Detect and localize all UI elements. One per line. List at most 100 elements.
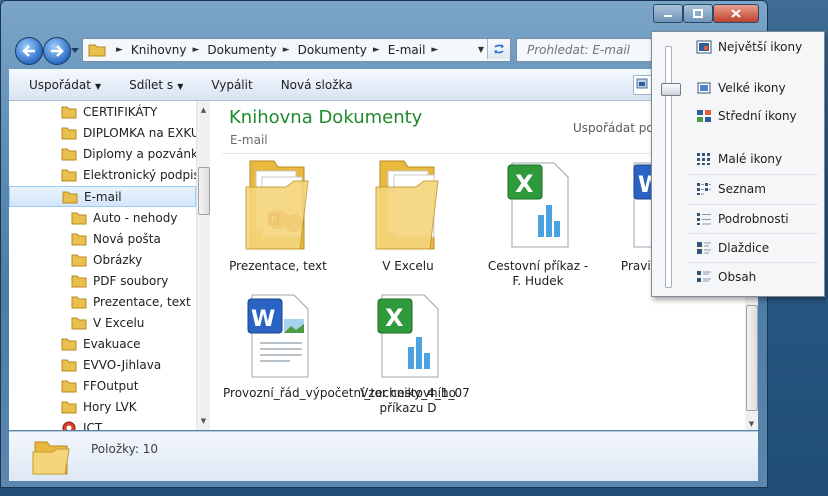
address-bar[interactable]: ► Knihovny ► Dokumenty ► Dokumenty ► E-m… <box>82 38 511 62</box>
details-pane: Položky: 10 <box>9 431 758 481</box>
maximize-icon <box>693 9 703 18</box>
svg-text:X: X <box>515 170 534 198</box>
tree-item[interactable]: EVVO-Jihlava <box>61 354 161 375</box>
search-box[interactable] <box>516 38 657 62</box>
main-scrollbar[interactable]: ▼ <box>745 295 758 430</box>
tree-item[interactable]: Elektronický podpis <box>61 164 196 185</box>
chevron-right-icon[interactable]: ► <box>431 45 438 55</box>
medium-icons-icon <box>697 110 711 122</box>
file-item[interactable]: W Provozní_řád_výpočetní_techniky_4_1_07 <box>223 291 470 401</box>
tree-item[interactable]: Nová pošta <box>71 228 161 249</box>
view-option-label: Největší ikony <box>718 40 803 54</box>
tree-item-label: EVVO-Jihlava <box>83 357 162 372</box>
refresh-button[interactable] <box>487 39 510 59</box>
arrow-left-icon <box>22 45 35 57</box>
folder-icon <box>88 44 106 57</box>
back-button[interactable] <box>15 37 43 65</box>
file-item[interactable]: V Excelu <box>353 157 463 274</box>
chevron-down-icon: ▼ <box>177 81 184 91</box>
tree-item-label: DIPLOMKA na EXKURZE <box>83 125 196 140</box>
minimize-button[interactable] <box>653 4 683 23</box>
close-button[interactable] <box>713 4 759 23</box>
tree-item-label: V Excelu <box>93 315 145 330</box>
view-option-content[interactable]: Obsah <box>696 270 756 284</box>
breadcrumb-item[interactable]: E-mail <box>388 43 426 57</box>
svg-text:W: W <box>251 307 275 332</box>
chevron-down-icon[interactable]: ▼ <box>478 45 484 54</box>
tree-item[interactable]: Prezentace, text <box>71 291 191 312</box>
word-file-icon: W <box>247 294 309 378</box>
file-item[interactable]: X Vzor cestovního příkazu D <box>353 291 463 416</box>
chevron-right-icon[interactable]: ► <box>373 45 380 55</box>
search-input[interactable] <box>525 42 657 58</box>
scroll-down-icon[interactable]: ▼ <box>197 414 210 428</box>
view-option-details[interactable]: Podrobnosti <box>696 212 789 226</box>
tree-item[interactable]: Obrázky <box>71 249 142 270</box>
close-icon <box>731 9 741 18</box>
new-folder-button[interactable]: Nová složka <box>273 75 361 95</box>
tree-item-label: E-mail <box>84 189 122 204</box>
forward-button[interactable] <box>43 37 71 65</box>
scrollbar-thumb[interactable] <box>198 167 210 215</box>
file-name: Prezentace, text <box>229 259 327 273</box>
tree-item-label: Obrázky <box>93 252 143 267</box>
view-slider-thumb[interactable] <box>661 83 681 96</box>
tree-item[interactable]: CERTIFIKÁTY <box>61 101 157 122</box>
tree-item[interactable]: Evakuace <box>61 333 141 354</box>
breadcrumb-item[interactable]: Dokumenty <box>298 43 367 57</box>
breadcrumb: ► Knihovny ► Dokumenty ► Dokumenty ► E-m… <box>110 43 446 57</box>
chevron-right-icon: ► <box>116 45 123 55</box>
view-option-label: Podrobnosti <box>718 212 789 226</box>
tree-item[interactable]: Diplomy a pozvánky <box>61 143 196 164</box>
file-name: Cestovní příkaz - F. Hudek <box>487 259 589 288</box>
scroll-down-icon[interactable]: ▼ <box>745 420 758 428</box>
view-option-small[interactable]: Malé ikony <box>696 152 782 166</box>
tree-item-selected[interactable]: E-mail <box>9 186 196 207</box>
folder-icon <box>375 160 439 250</box>
folder-icon <box>61 127 77 139</box>
file-item[interactable]: P Prezentace, text <box>223 157 333 274</box>
folder-powerpoint-icon: P <box>245 160 309 250</box>
view-option-list[interactable]: Seznam <box>696 182 766 196</box>
folder-icon <box>71 296 87 308</box>
tree-item[interactable]: V Excelu <box>71 312 144 333</box>
folder-icon <box>61 359 77 371</box>
file-item[interactable]: X Cestovní příkaz - F. Hudek <box>483 157 593 289</box>
chevron-right-icon[interactable]: ► <box>283 45 290 55</box>
tree-item[interactable]: ICT <box>61 417 102 430</box>
item-count: Položky: 10 <box>91 442 159 456</box>
excel-file-icon: X <box>377 294 439 378</box>
navigation-pane: CERTIFIKÁTY DIPLOMKA na EXKURZE Diplomy … <box>9 101 197 430</box>
folder-icon <box>71 275 87 287</box>
share-button[interactable]: Sdílet s ▼ <box>121 75 191 95</box>
view-option-label: Dlaždice <box>718 241 770 255</box>
view-option-tiles[interactable]: Dlaždice <box>696 241 769 255</box>
tree-item[interactable]: Hory LVK <box>61 396 137 417</box>
breadcrumb-item[interactable]: Knihovny <box>131 43 187 57</box>
organize-button[interactable]: Uspořádat ▼ <box>21 75 109 95</box>
tree-item[interactable]: PDF soubory <box>71 270 168 291</box>
file-name: Provozní_řád_výpočetní_techniky_4_1_07 <box>223 386 470 400</box>
scrollbar-thumb[interactable] <box>746 305 758 411</box>
tree-item-label: ICT <box>83 420 103 431</box>
view-option-extra-large[interactable]: Největší ikony <box>696 40 802 54</box>
burn-button[interactable]: Vypálit <box>203 75 260 95</box>
tree-item-label: Prezentace, text <box>93 294 191 309</box>
view-option-large[interactable]: Velké ikony <box>696 81 786 95</box>
organize-label: Uspořádat <box>29 77 91 92</box>
folder-icon <box>61 148 77 160</box>
tree-item[interactable]: Auto - nehody <box>71 207 177 228</box>
tree-item[interactable]: DIPLOMKA na EXKURZE <box>61 122 196 143</box>
maximize-button[interactable] <box>683 4 713 23</box>
view-option-medium[interactable]: Střední ikony <box>696 109 797 123</box>
chevron-right-icon[interactable]: ► <box>193 45 200 55</box>
sidebar-scrollbar[interactable]: ▲ ▼ <box>196 101 210 430</box>
folder-icon <box>32 441 70 475</box>
menu-divider <box>688 233 818 234</box>
breadcrumb-item[interactable]: Dokumenty <box>207 43 276 57</box>
tree-item[interactable]: FFOutput <box>61 375 139 396</box>
folder-icon <box>61 106 77 118</box>
recent-pages-dropdown[interactable] <box>71 46 79 54</box>
folder-icon <box>71 317 87 329</box>
scroll-up-icon[interactable]: ▲ <box>197 103 210 117</box>
